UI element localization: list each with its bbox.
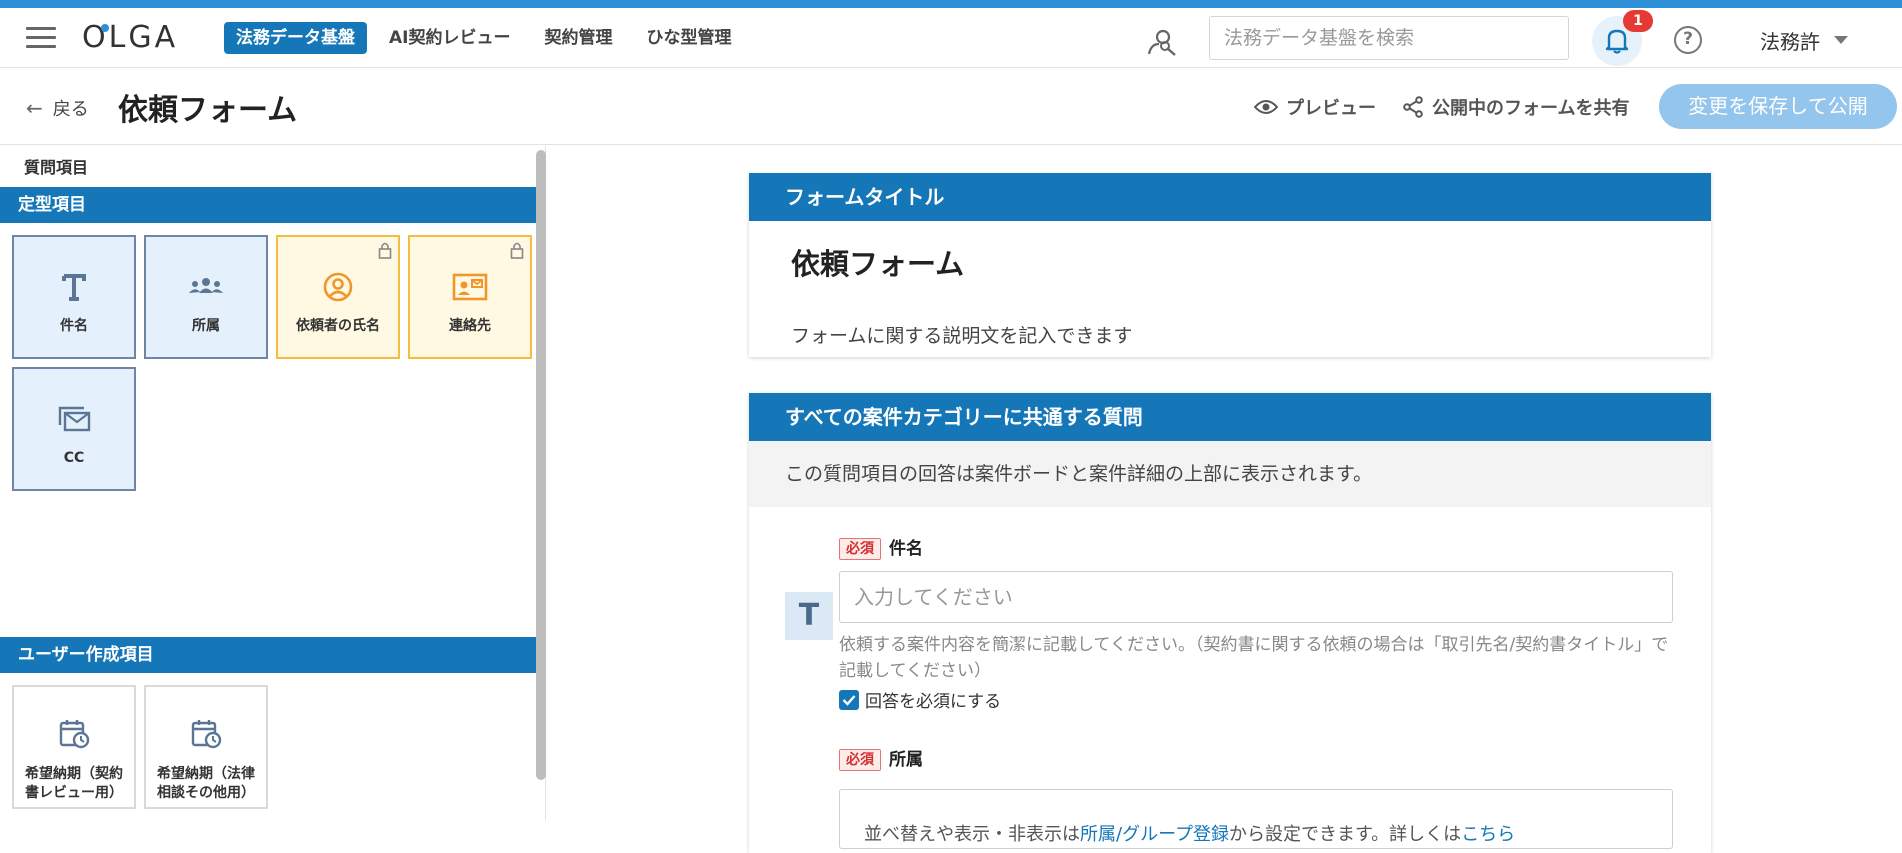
nav-legal-data-platform[interactable]: 法務データ基盤: [224, 22, 367, 54]
nav-contract-management[interactable]: 契約管理: [532, 22, 624, 54]
tile-label: 希望納期（法律相談その他用）: [157, 766, 255, 801]
back-label: 戻る: [52, 99, 89, 120]
common-questions-header: すべての案件カテゴリーに共通する質問: [749, 393, 1711, 441]
mail-stack-icon: [58, 406, 91, 432]
tile-desired-deadline-contract[interactable]: 希望納期（契約書レビュー用）: [12, 685, 136, 809]
lock-icon: [378, 242, 392, 259]
checkbox-checked-icon[interactable]: [839, 689, 859, 710]
tile-label: 依頼者の氏名: [296, 318, 380, 334]
share-icon: [1403, 96, 1423, 118]
preview-button[interactable]: プレビュー: [1254, 94, 1376, 120]
tile-affiliation[interactable]: 所属: [144, 235, 268, 359]
common-questions-note: この質問項目の回答は案件ボードと案件詳細の上部に表示されます。: [749, 441, 1711, 507]
form-title-card: フォームタイトル 依頼フォーム フォームに関する説明文を記入できます: [749, 173, 1711, 357]
text-question-icon: T: [785, 592, 833, 640]
form-editor: フォームタイトル 依頼フォーム フォームに関する説明文を記入できます すべての案…: [547, 146, 1902, 853]
group-icon: [189, 278, 223, 293]
tile-label: 所属: [192, 318, 220, 334]
tile-label: CC: [63, 450, 85, 466]
affiliation-info-text-2: から設定できます。詳しくは: [1228, 824, 1462, 845]
hamburger-menu-icon[interactable]: [26, 27, 56, 49]
subject-input[interactable]: 入力してください: [839, 571, 1673, 623]
tile-contact[interactable]: 連絡先: [408, 235, 532, 359]
question-subject-label: 必須 件名: [839, 534, 923, 560]
text-icon: [62, 274, 86, 301]
preview-label: プレビュー: [1286, 98, 1376, 119]
tile-label: 件名: [60, 318, 88, 334]
nav-ai-contract-review[interactable]: AI契約レビュー: [377, 22, 522, 54]
palette-section-label: 質問項目: [24, 158, 89, 177]
share-label: 公開中のフォームを共有: [1432, 98, 1630, 119]
page-toolbar: ← 戻る 依頼フォーム プレビュー 公開中のフォームを共有 変更を保存して公開: [0, 69, 1902, 145]
form-title-card-header: フォームタイトル: [749, 173, 1711, 221]
affiliation-info-box: 並べ替えや表示・非表示は所属/グループ登録から設定できます。詳しくはこちら: [839, 789, 1673, 849]
help-here-link[interactable]: こちら: [1461, 824, 1515, 845]
tile-subject[interactable]: 件名: [12, 235, 136, 359]
share-form-button[interactable]: 公開中のフォームを共有: [1402, 94, 1629, 120]
question-affiliation-label: 必須 所属: [839, 745, 923, 771]
help-icon[interactable]: ?: [1674, 26, 1702, 54]
user-menu[interactable]: 法務許: [1760, 26, 1820, 55]
notification-count-badge: 1: [1623, 10, 1653, 32]
tile-requester-name[interactable]: 依頼者の氏名: [276, 235, 400, 359]
required-checkbox-label: 回答を必須にする: [865, 692, 1002, 712]
question-palette: 質問項目 定型項目 件名 所属 依頼者の氏名 連絡先 CC ユーザー作成項目 希…: [0, 146, 546, 820]
required-badge: 必須: [839, 538, 881, 560]
eye-icon: [1254, 100, 1278, 114]
common-questions-card: すべての案件カテゴリーに共通する質問 この質問項目の回答は案件ボードと案件詳細の…: [749, 393, 1711, 853]
arrow-left-icon: ←: [26, 96, 43, 120]
user-items-category: ユーザー作成項目: [0, 637, 536, 673]
page-title: 依頼フォーム: [118, 93, 298, 128]
save-and-publish-button[interactable]: 変更を保存して公開: [1659, 84, 1897, 129]
affiliation-settings-link[interactable]: 所属/グループ登録: [1080, 824, 1229, 845]
app-header: OLGA 法務データ基盤 AI契約レビュー 契約管理 ひな型管理 法務データ基盤…: [0, 8, 1902, 68]
olga-logo[interactable]: OLGA: [82, 20, 178, 55]
required-badge: 必須: [839, 749, 881, 771]
required-checkbox-row[interactable]: 回答を必須にする: [839, 687, 1001, 712]
form-description-field[interactable]: フォームに関する説明文を記入できます: [791, 321, 1132, 348]
calendar-clock-icon: [59, 720, 90, 749]
subject-help-text[interactable]: 依頼する案件内容を簡潔に記載してください。（契約書に関する依頼の場合は「取引先名…: [839, 632, 1673, 684]
contact-card-icon: [452, 273, 488, 301]
lock-icon: [510, 242, 524, 259]
main-nav: 法務データ基盤 AI契約レビュー 契約管理 ひな型管理: [224, 22, 743, 54]
nav-template-management[interactable]: ひな型管理: [634, 22, 743, 54]
back-button[interactable]: ← 戻る: [26, 95, 89, 121]
chevron-down-icon[interactable]: [1834, 36, 1848, 44]
question-title: 件名: [889, 539, 923, 559]
person-icon: [323, 272, 353, 302]
affiliation-info-text: 並べ替えや表示・非表示は: [864, 824, 1080, 845]
tile-cc[interactable]: CC: [12, 367, 136, 491]
calendar-clock-icon: [191, 720, 222, 749]
palette-scrollbar[interactable]: [536, 150, 546, 780]
top-accent-strip: [0, 0, 1902, 8]
form-title-field[interactable]: 依頼フォーム: [791, 241, 964, 283]
tile-desired-deadline-legal[interactable]: 希望納期（法律相談その他用）: [144, 685, 268, 809]
tile-label: 希望納期（契約書レビュー用）: [25, 766, 123, 801]
person-search-icon[interactable]: [1143, 27, 1179, 57]
tile-label: 連絡先: [449, 318, 491, 334]
question-title: 所属: [889, 750, 923, 770]
fixed-items-category: 定型項目: [0, 187, 536, 223]
search-input[interactable]: 法務データ基盤を検索: [1209, 16, 1569, 60]
